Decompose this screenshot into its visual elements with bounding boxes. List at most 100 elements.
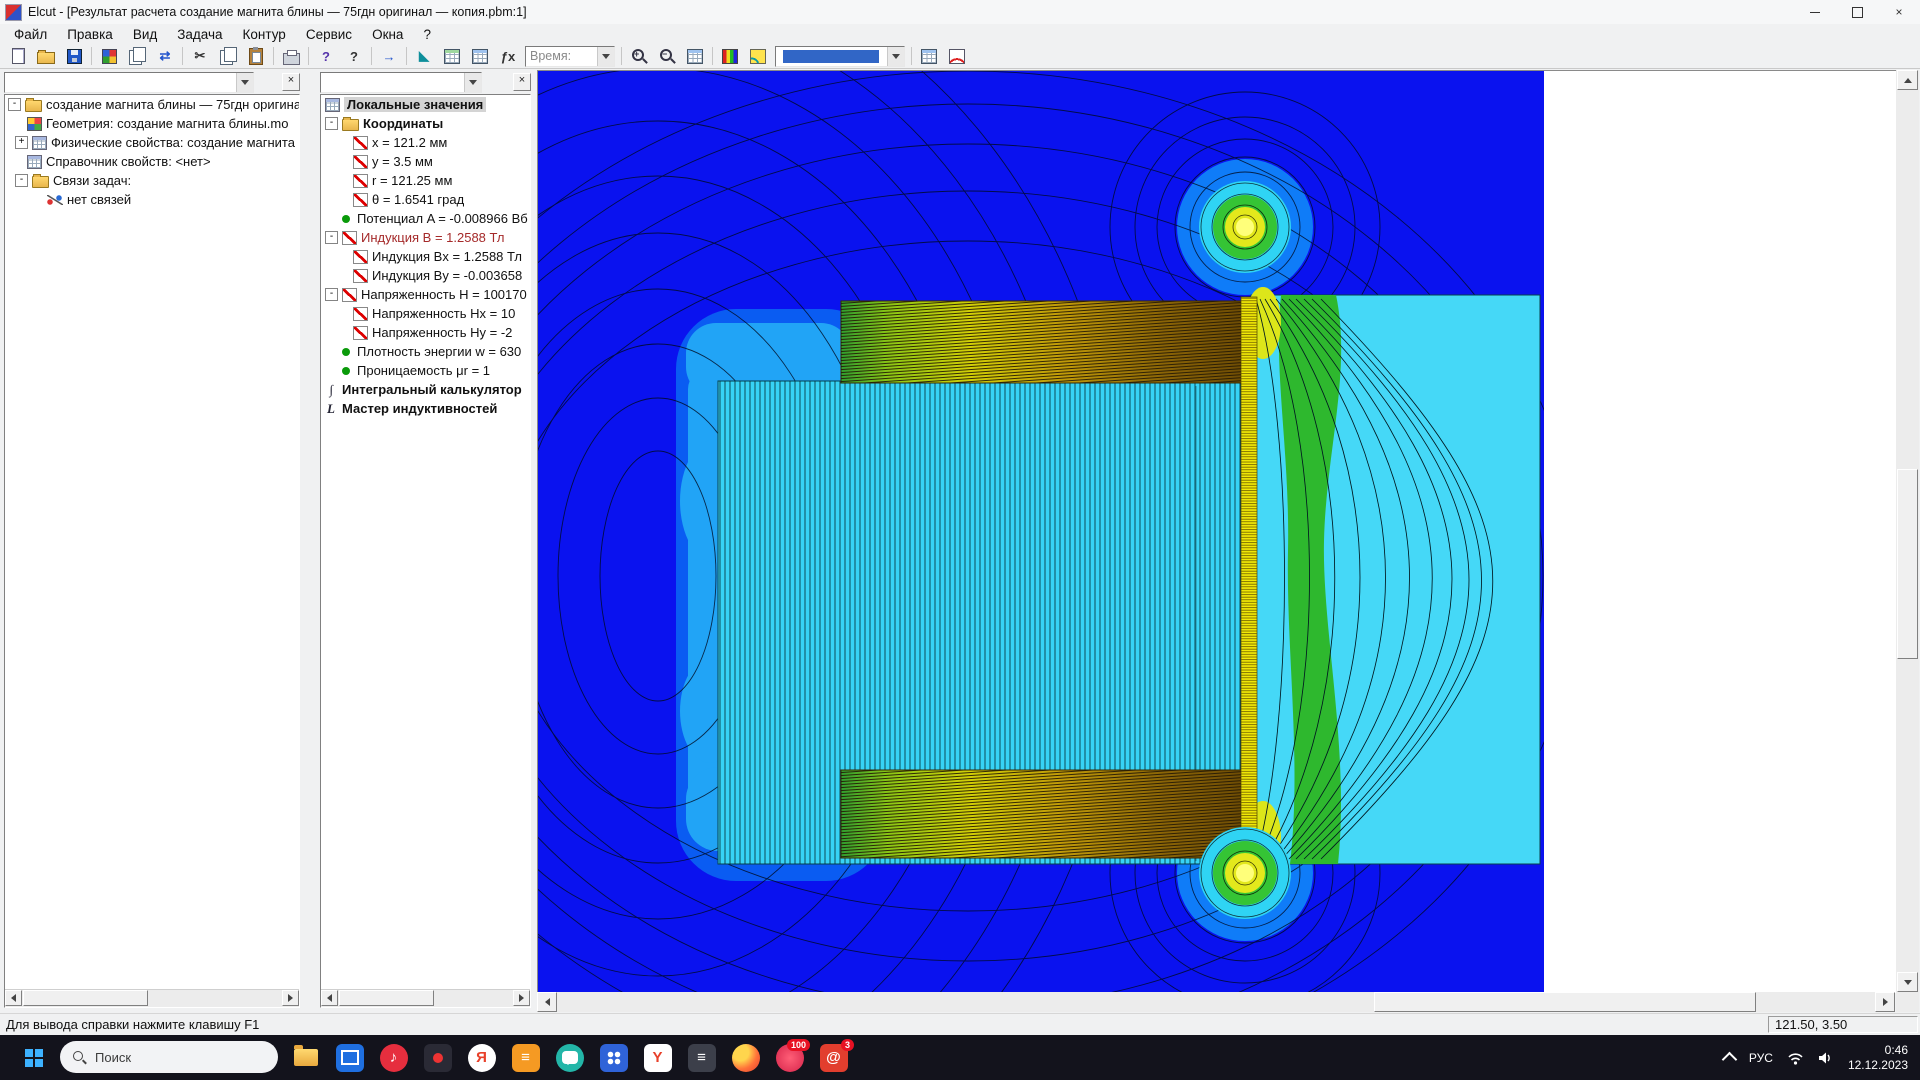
- tree-item-property-library[interactable]: Справочник свойств: <нет>: [5, 152, 299, 171]
- time-select[interactable]: Время:: [525, 46, 615, 67]
- scroll-right-button[interactable]: [513, 990, 530, 1006]
- zoom-extents-button[interactable]: [681, 44, 709, 68]
- scrollbar-thumb[interactable]: [1897, 469, 1918, 659]
- scrollbar-thumb[interactable]: [23, 990, 148, 1006]
- collapse-icon[interactable]: -: [325, 117, 338, 130]
- tree-item-local-values[interactable]: Локальные значения: [321, 95, 530, 114]
- help-button[interactable]: ?: [312, 44, 340, 68]
- menu-tools[interactable]: Сервис: [296, 25, 362, 44]
- taskbar-app-music[interactable]: ♪: [376, 1040, 411, 1075]
- menu-help[interactable]: ?: [413, 25, 441, 44]
- taskbar-app-tools[interactable]: ≡: [684, 1040, 719, 1075]
- table-window-button[interactable]: [915, 44, 943, 68]
- volume-icon[interactable]: [1818, 1051, 1834, 1065]
- tree-item-energy-density[interactable]: Плотность энергии w = 630: [321, 342, 530, 361]
- hidden-icons-chevron[interactable]: [1722, 1052, 1738, 1068]
- menu-windows[interactable]: Окна: [362, 25, 413, 44]
- field-picture-button[interactable]: [744, 44, 772, 68]
- project-panel-close-button[interactable]: ×: [282, 73, 300, 91]
- results-table-button[interactable]: [466, 44, 494, 68]
- scroll-right-button[interactable]: [282, 990, 299, 1006]
- scroll-right-button[interactable]: [1875, 992, 1895, 1012]
- tree-item-strength-x[interactable]: Напряженность Hx = 10: [321, 304, 530, 323]
- menu-edit[interactable]: Правка: [57, 25, 123, 44]
- formula-button[interactable]: ƒx: [494, 44, 522, 68]
- taskbar-app-yandex-search[interactable]: Y: [640, 1040, 675, 1075]
- tree-item-theta[interactable]: θ = 1.6541 град: [321, 190, 530, 209]
- taskbar-app-store[interactable]: [332, 1040, 367, 1075]
- menu-file[interactable]: Файл: [4, 25, 57, 44]
- scroll-left-button[interactable]: [321, 990, 338, 1006]
- tree-item-r[interactable]: r = 121.25 мм: [321, 171, 530, 190]
- chevron-down-icon[interactable]: [597, 47, 614, 66]
- chevron-down-icon[interactable]: [464, 73, 481, 92]
- tree-item-task-links[interactable]: - Связи задач:: [5, 171, 299, 190]
- tree-item-project-root[interactable]: - создание магнита блины — 75гдн оригина…: [5, 95, 299, 114]
- context-help-button[interactable]: ?: [340, 44, 368, 68]
- cut-button[interactable]: ✂: [186, 44, 214, 68]
- save-button[interactable]: [60, 44, 88, 68]
- tree-item-inductance-wizard[interactable]: L Мастер индуктивностей: [321, 399, 530, 418]
- expand-icon[interactable]: +: [15, 136, 28, 149]
- color-scale-button[interactable]: [716, 44, 744, 68]
- paste-button[interactable]: [242, 44, 270, 68]
- scroll-up-button[interactable]: [1897, 70, 1918, 90]
- copy-button[interactable]: [214, 44, 242, 68]
- collapse-icon[interactable]: -: [325, 288, 338, 301]
- taskbar-app-files[interactable]: ≡: [508, 1040, 543, 1075]
- tree-item-potential[interactable]: Потенциал A = -0.008966 Вб: [321, 209, 530, 228]
- plot-hscrollbar[interactable]: [537, 992, 1895, 1012]
- tree-item-geometry[interactable]: Геометрия: создание магнита блины.mo: [5, 114, 299, 133]
- print-button[interactable]: [277, 44, 305, 68]
- language-indicator[interactable]: РУС: [1749, 1051, 1773, 1065]
- taskbar-app-messenger[interactable]: [552, 1040, 587, 1075]
- link-tasks-button[interactable]: ⇄: [151, 44, 179, 68]
- taskbar-app-mail[interactable]: @ 3: [816, 1040, 851, 1075]
- scroll-down-button[interactable]: [1897, 972, 1918, 992]
- values-panel-combobox[interactable]: [320, 72, 482, 93]
- taskbar-app-browser[interactable]: [728, 1040, 763, 1075]
- forward-button[interactable]: →: [375, 44, 403, 68]
- tree-item-coordinates[interactable]: - Координаты: [321, 114, 530, 133]
- close-button[interactable]: ×: [1878, 0, 1920, 24]
- tree-item-y[interactable]: y = 3.5 мм: [321, 152, 530, 171]
- menu-view[interactable]: Вид: [123, 25, 167, 44]
- scrollbar-thumb[interactable]: [339, 990, 434, 1006]
- taskbar-clock[interactable]: 0:46 12.12.2023: [1848, 1043, 1908, 1073]
- problem-properties-button[interactable]: [95, 44, 123, 68]
- collapse-icon[interactable]: -: [325, 231, 338, 244]
- taskbar-app-recorder[interactable]: [420, 1040, 455, 1075]
- tree-item-induction-x[interactable]: Индукция Bx = 1.2588 Тл: [321, 247, 530, 266]
- zoom-out-button[interactable]: −: [653, 44, 681, 68]
- start-button[interactable]: [14, 1042, 54, 1073]
- values-tree-hscrollbar[interactable]: [321, 989, 530, 1007]
- tree-item-strength[interactable]: - Напряженность H = 100170: [321, 285, 530, 304]
- duplicate-button[interactable]: [123, 44, 151, 68]
- collapse-icon[interactable]: -: [8, 98, 21, 111]
- new-file-button[interactable]: [4, 44, 32, 68]
- menu-problem[interactable]: Задача: [167, 25, 232, 44]
- scroll-left-button[interactable]: [5, 990, 22, 1006]
- collapse-icon[interactable]: -: [15, 174, 28, 187]
- tree-item-induction[interactable]: - Индукция B = 1.2588 Тл: [321, 228, 530, 247]
- tree-item-physical-properties[interactable]: + Физические свойства: создание магнита: [5, 133, 299, 152]
- project-tree-hscrollbar[interactable]: [5, 989, 299, 1007]
- tree-item-strength-y[interactable]: Напряженность Hy = -2: [321, 323, 530, 342]
- field-view-select[interactable]: [775, 46, 905, 67]
- tree-item-integral-calculator[interactable]: ∫ Интегральный калькулятор: [321, 380, 530, 399]
- taskbar-app-social[interactable]: 100: [772, 1040, 807, 1075]
- scroll-left-button[interactable]: [537, 992, 557, 1012]
- zoom-in-button[interactable]: +: [625, 44, 653, 68]
- tree-item-permeability[interactable]: Проницаемость μr = 1: [321, 361, 530, 380]
- menu-contour[interactable]: Контур: [233, 25, 296, 44]
- open-file-button[interactable]: [32, 44, 60, 68]
- plot-vscrollbar[interactable]: [1896, 70, 1919, 992]
- data-table-button[interactable]: [438, 44, 466, 68]
- values-panel-close-button[interactable]: ×: [513, 73, 531, 91]
- tree-item-no-links[interactable]: нет связей: [5, 190, 299, 209]
- project-panel-combobox[interactable]: [4, 72, 254, 93]
- scrollbar-thumb[interactable]: [1374, 992, 1756, 1012]
- taskbar-search[interactable]: Поиск: [60, 1041, 278, 1073]
- maximize-button[interactable]: [1836, 0, 1878, 24]
- wifi-icon[interactable]: [1787, 1051, 1804, 1065]
